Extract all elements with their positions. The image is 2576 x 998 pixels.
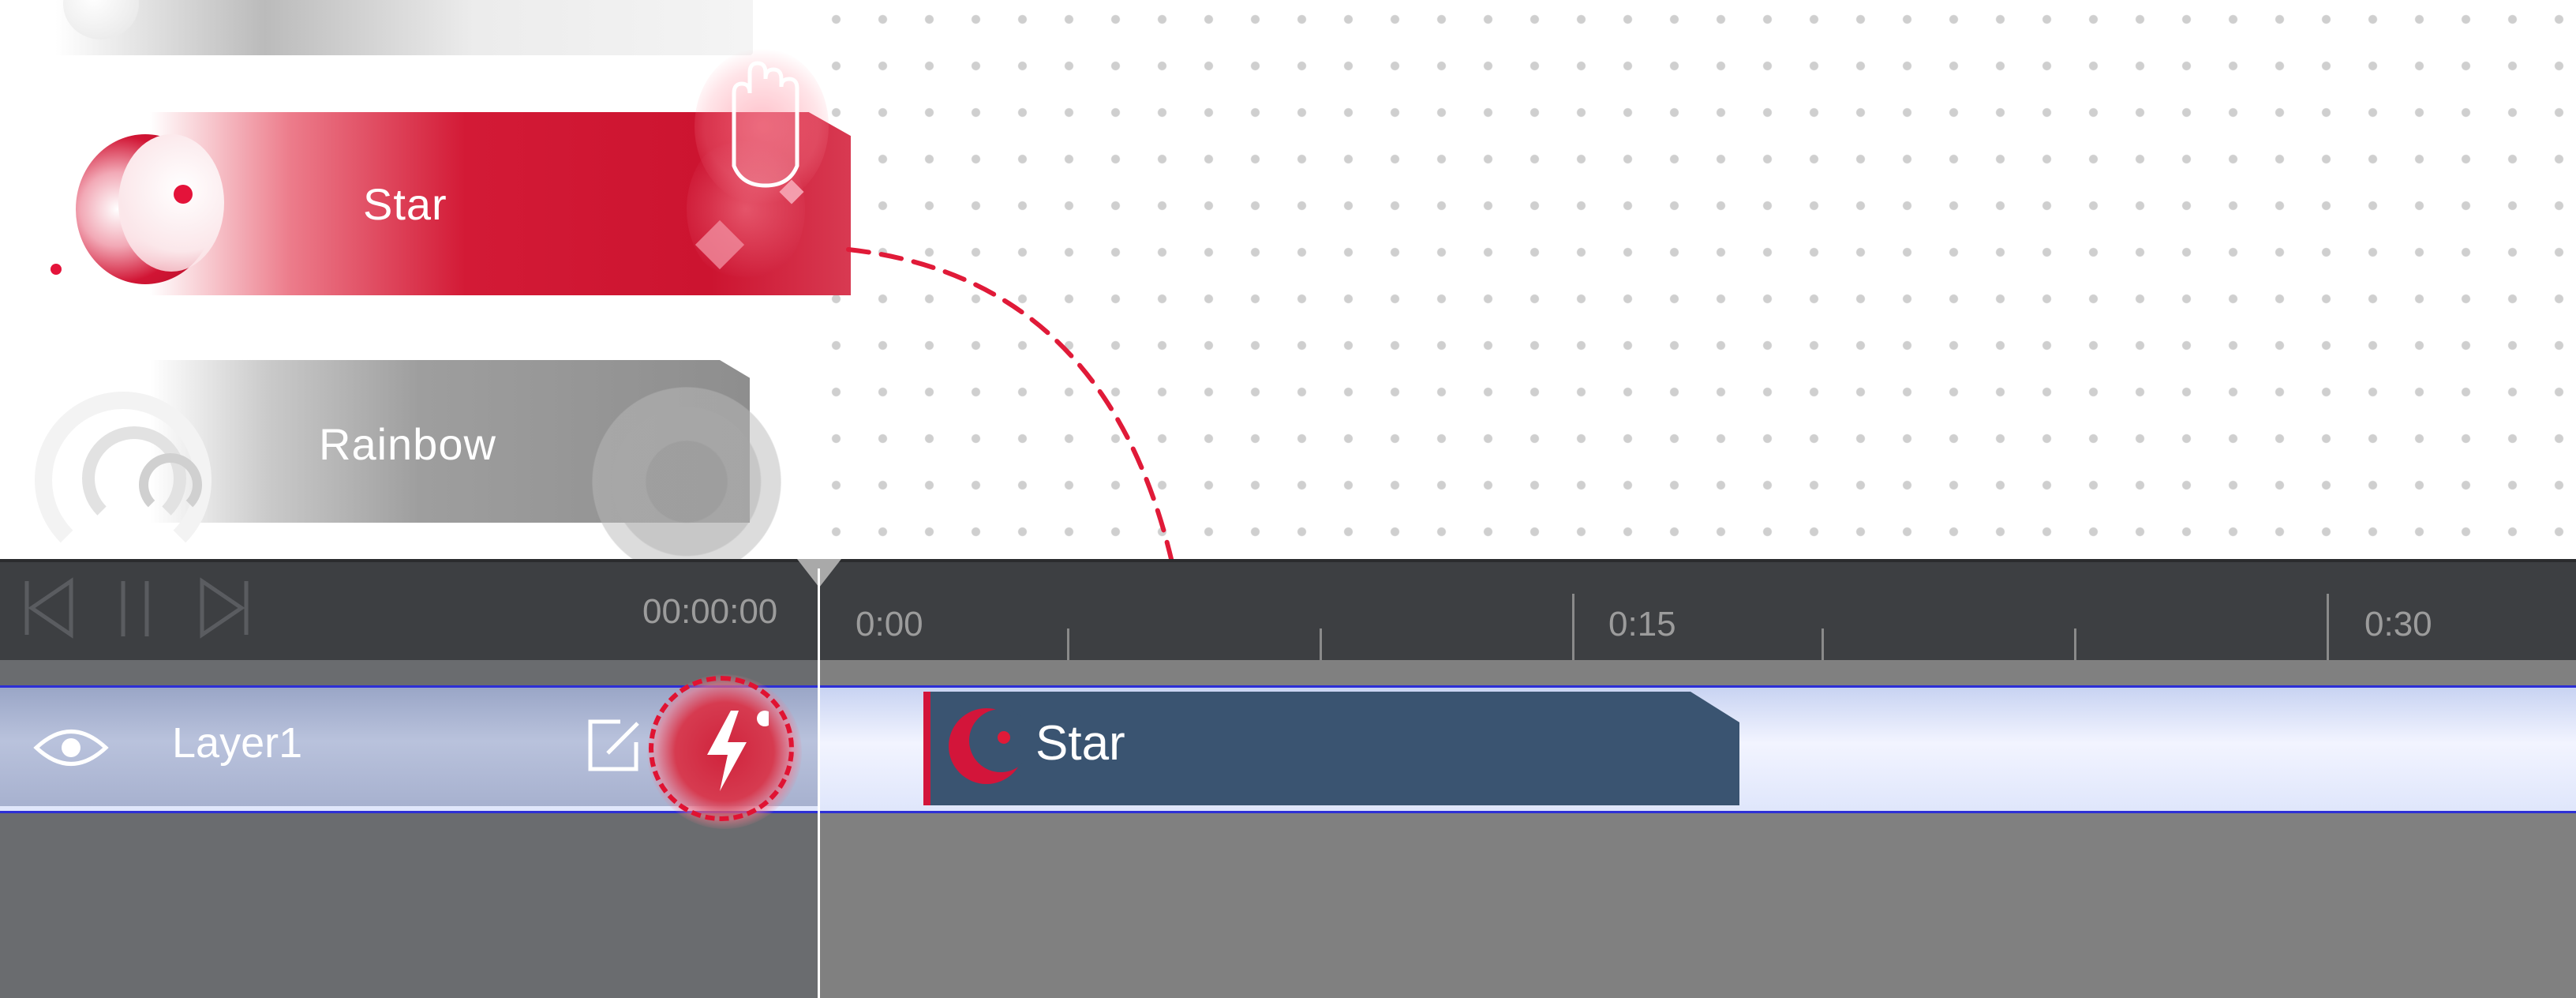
ruler-label-30: 0:30	[2364, 605, 2432, 643]
edit-icon[interactable]	[584, 715, 644, 775]
ruler-label-15: 0:15	[1608, 605, 1676, 643]
ruler-label-0: 0:00	[856, 605, 923, 643]
skip-back-icon[interactable]	[22, 576, 77, 640]
timeline-clip-handle[interactable]	[923, 692, 930, 805]
eye-icon[interactable]	[32, 725, 110, 771]
skip-forward-icon[interactable]	[196, 576, 251, 640]
current-time: 00:00:00	[642, 592, 778, 631]
ruler-tick	[2327, 594, 2329, 660]
ruler-tick	[1822, 628, 1824, 660]
timeline-header	[0, 559, 2576, 663]
playhead-line[interactable]	[818, 568, 820, 998]
lightning-icon[interactable]	[698, 707, 769, 794]
layer-name: Layer1	[172, 719, 303, 767]
ruler-tick	[2074, 628, 2076, 660]
pause-icon[interactable]	[117, 578, 156, 640]
timeline-clip-label: Star	[1035, 716, 1125, 771]
ruler-tick	[1067, 628, 1069, 660]
clip-moon-icon	[949, 708, 1026, 784]
ruler-tick	[1320, 628, 1322, 660]
ruler-tick	[1572, 594, 1574, 660]
